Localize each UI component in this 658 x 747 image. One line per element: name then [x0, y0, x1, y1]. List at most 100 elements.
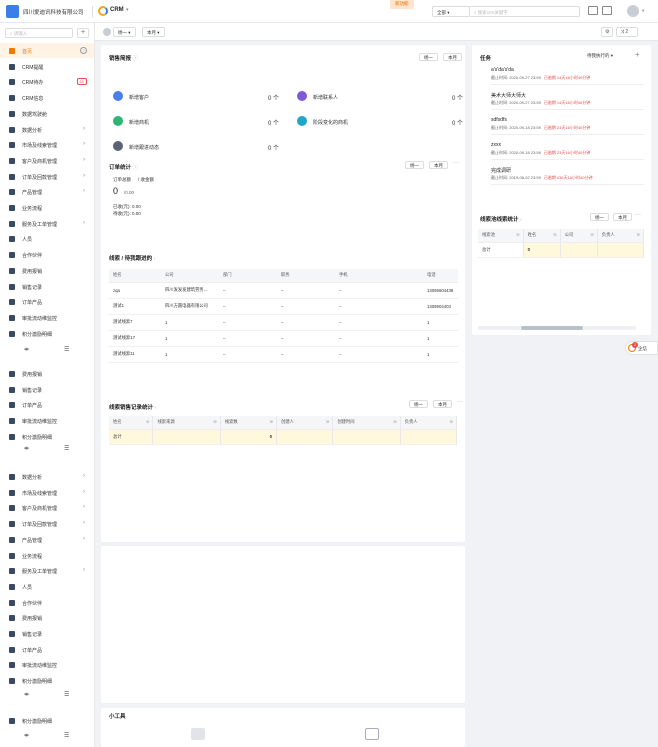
sidebar-item[interactable]: 业务流程 [0, 200, 94, 215]
column-header[interactable]: 负责人 ⊜ [400, 416, 458, 430]
table-row[interactable]: 测试线索11 1 -- -- -- 1 [109, 346, 458, 363]
sidebar-item[interactable]: 客户及商机管理 › [0, 500, 94, 515]
table-row[interactable]: 测试线索7 1 -- -- -- 1 [109, 314, 458, 331]
sidebar-item[interactable]: 数据分析 › [0, 469, 94, 484]
period-toggle[interactable]: 本月 [429, 161, 448, 169]
period-toggle[interactable]: 本月 [443, 53, 462, 61]
person-toggle[interactable]: 杨一 [409, 400, 428, 408]
person-toggle[interactable]: 杨一 [590, 213, 609, 221]
collapse-icon[interactable]: ⇼ [24, 691, 29, 698]
task-name[interactable]: sdfsdfs [491, 117, 507, 123]
table-cell[interactable]: 测试线索7 [109, 314, 161, 331]
menu-icon[interactable]: ☰ [64, 732, 69, 739]
chevron-down-icon[interactable]: ▾ [126, 7, 129, 13]
period-filter-select[interactable]: 本月 ▾ [142, 27, 165, 37]
sidebar-item[interactable]: 费用报销 [0, 263, 94, 278]
layout-count-button[interactable]: ⤨ 2 [616, 27, 638, 37]
column-header[interactable]: 手机 [335, 269, 423, 283]
more-icon[interactable]: ··· [635, 212, 641, 218]
column-header[interactable]: 职务 [277, 269, 335, 283]
menu-icon[interactable]: ☰ [64, 445, 69, 452]
column-header[interactable]: 公司 ⊜ [560, 229, 598, 243]
column-header[interactable]: 线索数 ⊜ [220, 416, 278, 430]
filter-icon[interactable]: ⊜ [636, 232, 640, 238]
sidebar-item[interactable]: 积分激励明细 [0, 326, 94, 341]
column-header[interactable]: 姓名 ⊜ [523, 229, 561, 243]
sidebar-item[interactable]: 产品管理 › [0, 184, 94, 199]
sidebar-item[interactable]: 审批流动维监控 [0, 657, 94, 672]
table-cell[interactable]: 测试线索17 [109, 330, 161, 347]
filter-icon[interactable]: ⊜ [516, 232, 520, 238]
filter-icon[interactable]: ⊜ [213, 419, 217, 425]
filter-icon[interactable]: ⊜ [449, 419, 453, 425]
person-filter-select[interactable]: 杨一 ▾ [113, 27, 136, 37]
column-header[interactable]: 创建时间 ⊜ [332, 416, 401, 430]
task-name[interactable]: 完成调研 [491, 167, 511, 174]
filter-icon[interactable]: ⊜ [269, 419, 273, 425]
sidebar-item[interactable]: 销售记录 [0, 279, 94, 294]
column-header[interactable]: 姓名 ⊜ [109, 416, 154, 430]
download-icon[interactable] [365, 728, 379, 740]
table-row[interactable]: 测试1 四川方圆电器有限公司 -- -- -- 1309904403 [109, 298, 458, 315]
sidebar-item[interactable]: 人员 [0, 579, 94, 594]
column-header[interactable]: 线索来源 ⊜ [152, 416, 221, 430]
table-cell[interactable]: 测试线索11 [109, 346, 161, 363]
avatar[interactable] [627, 5, 639, 17]
menu-icon[interactable]: ☰ [64, 691, 69, 698]
more-icon[interactable]: ··· [457, 399, 463, 405]
help-icon[interactable]: ? [80, 47, 87, 54]
sidebar-item[interactable]: 审批流动维监控 [0, 413, 94, 428]
sidebar-item[interactable]: 审批流动维监控 [0, 310, 94, 325]
column-header[interactable]: 负责人 ⊜ [597, 229, 645, 243]
sidebar-item[interactable]: 数据分析 › [0, 122, 94, 137]
column-header[interactable]: 电话 [423, 269, 458, 283]
task-name[interactable]: a's'da's'da [491, 67, 514, 73]
table-cell[interactable]: 测试1 [109, 298, 161, 315]
sidebar-item[interactable]: 订单产品 [0, 642, 94, 657]
sidebar-search-input[interactable]: ⌕ 请输入 [5, 28, 73, 38]
sidebar-item[interactable]: 销售记录 [0, 626, 94, 641]
sidebar-item[interactable]: 合作伙伴 [0, 595, 94, 610]
task-filter-select[interactable]: 待我执行的 ▾ [587, 53, 613, 59]
sidebar-item[interactable]: 业务流程 [0, 548, 94, 563]
sidebar-item[interactable]: 首页? [0, 43, 94, 58]
sidebar-item[interactable]: 服务及工单管理 › [0, 216, 94, 231]
column-header[interactable]: 部门 [219, 269, 277, 283]
period-toggle[interactable]: 本月 [613, 213, 632, 221]
filter-icon[interactable]: ⊜ [326, 419, 330, 425]
sidebar-item[interactable]: 市场及线索管理 › [0, 137, 94, 152]
column-header[interactable]: 线索池 ⊜ [478, 229, 524, 243]
task-name[interactable]: 美术大师大师大 [491, 92, 526, 99]
sidebar-item[interactable]: 订单及回款管理 › [0, 516, 94, 531]
sidebar-item[interactable]: CRM信息 [0, 90, 94, 105]
sidebar-item[interactable]: 客户及商机管理 › [0, 153, 94, 168]
filter-icon[interactable]: ⊜ [590, 232, 594, 238]
settings-icon[interactable]: ⚙ [601, 27, 614, 37]
mail-icon[interactable] [588, 6, 598, 15]
scrollbar-thumb[interactable] [521, 326, 583, 330]
sidebar-item[interactable]: CRM提醒 [0, 59, 94, 74]
chat-button[interactable]: 2 企信 [625, 341, 658, 355]
sidebar-item[interactable]: 积分激励明细 [0, 673, 94, 688]
sidebar-item[interactable]: 数据驾驶舱 [0, 106, 94, 121]
sidebar-item[interactable]: 积分激励明细 [0, 713, 94, 728]
stat-value[interactable]: 0 个 [249, 93, 279, 102]
stat-value[interactable]: 0 个 [433, 93, 463, 102]
collapse-icon[interactable]: ⇼ [24, 445, 29, 452]
more-icon[interactable]: ··· [453, 160, 459, 166]
sidebar-item[interactable]: 订单及回款管理 › [0, 169, 94, 184]
search-scope-select[interactable]: 全部 ▾ [432, 6, 470, 17]
sidebar-item[interactable]: 合作伙伴 [0, 247, 94, 262]
task-name[interactable]: zxxx [491, 142, 501, 148]
new-feature-badge[interactable]: 新功能 [390, 0, 414, 9]
collapse-icon[interactable]: ⇼ [24, 346, 29, 353]
table-row[interactable]: zqa 四川发发发建筑劳务... -- -- -- 13095604438 [109, 282, 458, 299]
filter-icon[interactable]: ⊜ [146, 419, 150, 425]
sidebar-item[interactable]: CRM待办 61 [0, 74, 94, 89]
person-toggle[interactable]: 杨一 [419, 53, 438, 61]
menu-icon[interactable]: ☰ [64, 346, 69, 353]
sidebar-item[interactable]: 产品管理 › [0, 532, 94, 547]
collapse-icon[interactable]: ⇼ [24, 732, 29, 739]
app-switcher[interactable]: CRM [110, 7, 124, 13]
sidebar-item[interactable]: 费用报销 [0, 610, 94, 625]
